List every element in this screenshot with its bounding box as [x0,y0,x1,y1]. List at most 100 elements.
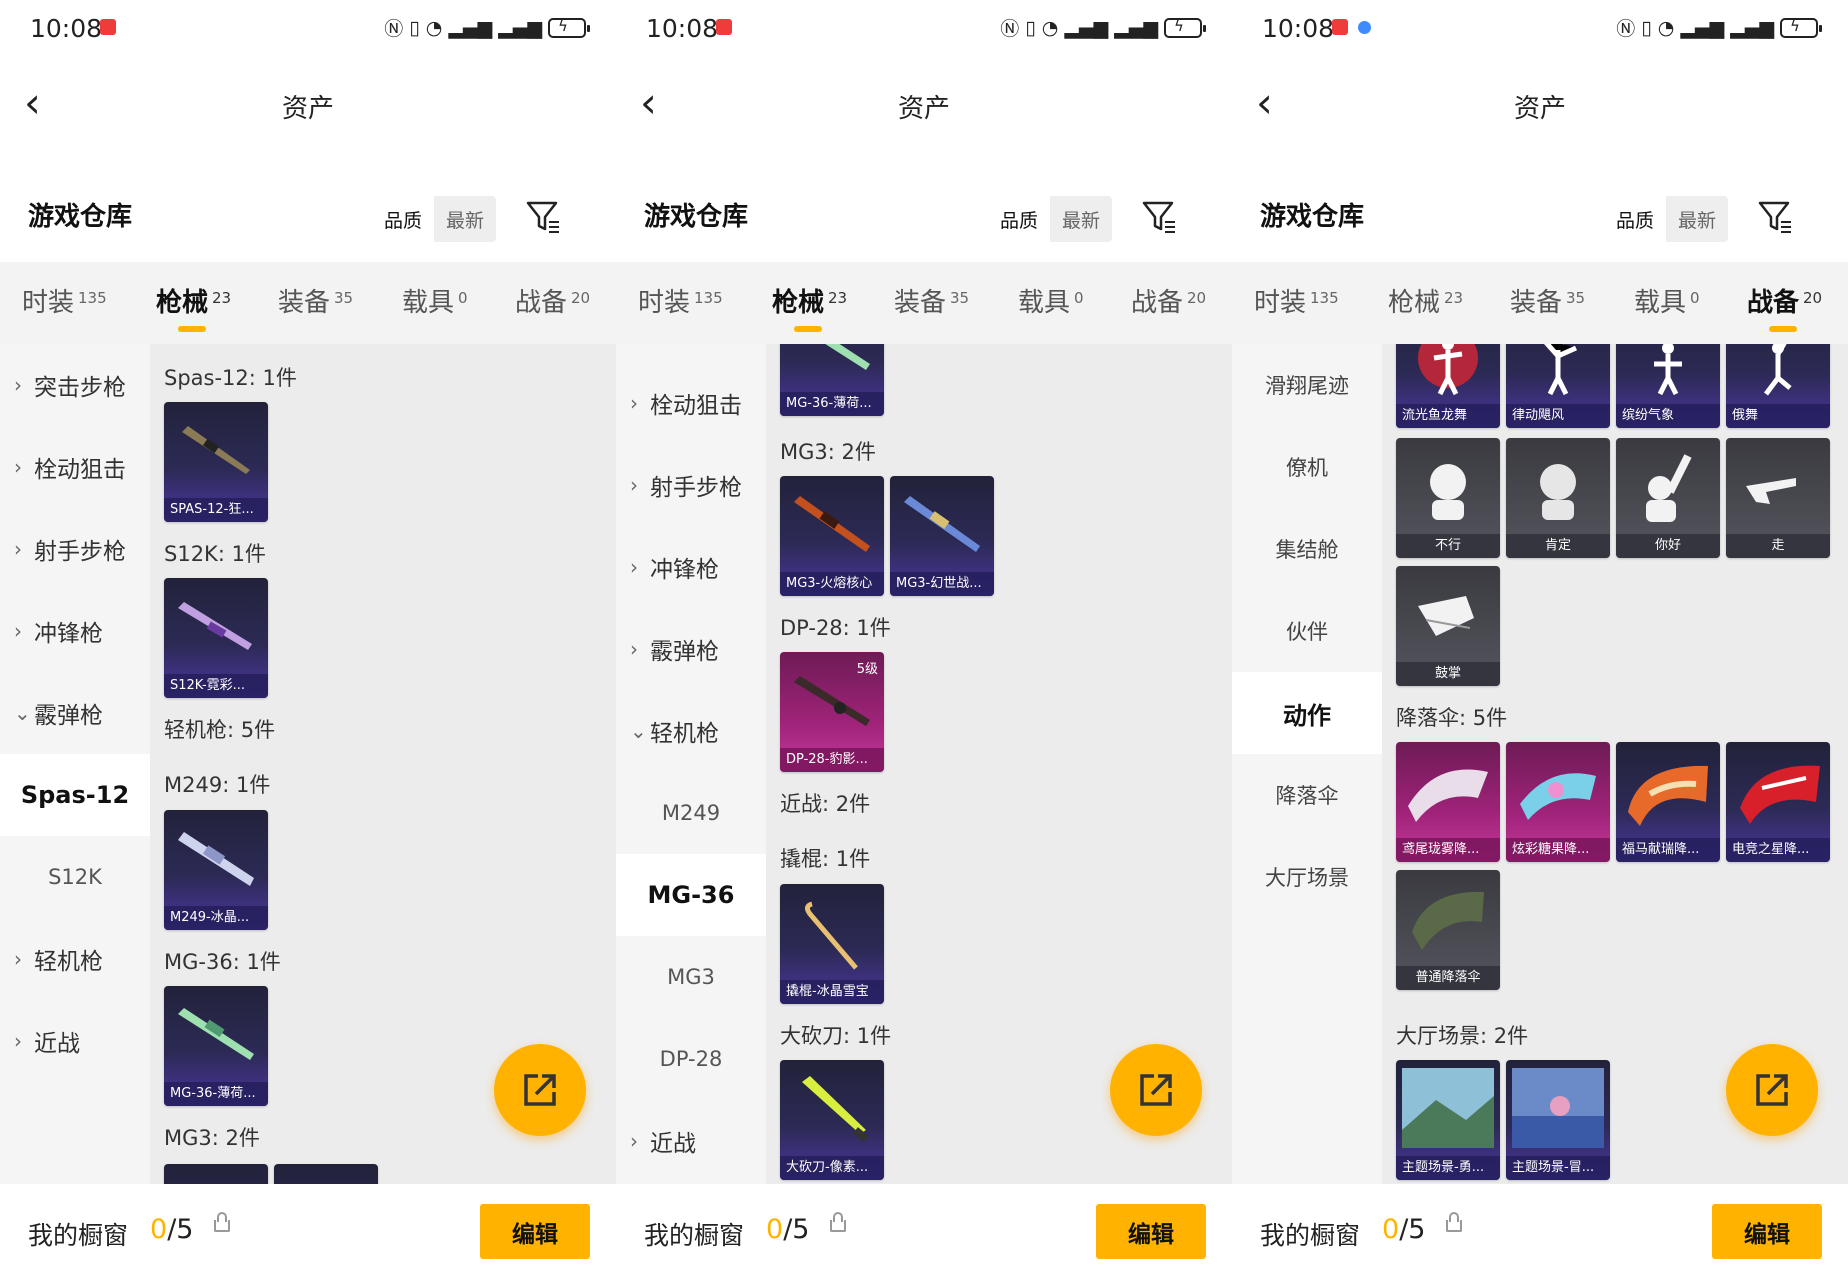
item-card[interactable]: 大砍刀-像素... [780,1060,884,1180]
item-card[interactable]: 主题场景-勇... [1396,1060,1500,1180]
tab-fashion[interactable]: 时装 135 [638,282,723,319]
item-card[interactable]: 5级 DP-28-豹影... [780,652,884,772]
item-card[interactable]: 普通降落伞 [1396,870,1500,990]
item-card[interactable]: 鸢尾珑雾降... [1396,742,1500,862]
chevron-right-icon: › [630,1129,638,1153]
sidebar-item-marksman[interactable]: › 射手步枪 [616,444,766,526]
tab-equipment[interactable]: 装备 35 [1510,282,1585,319]
tab-fashion[interactable]: 时装 135 [1254,282,1339,319]
item-card[interactable] [164,1164,268,1184]
tab-supplies[interactable]: 战备 20 [515,282,590,319]
sidebar-item-marksman[interactable]: › 射手步枪 [0,508,150,590]
sidebar-item-wingman[interactable]: 僚机 [1232,426,1382,508]
tab-equipment[interactable]: 装备 35 [894,282,969,319]
sidebar-item-melee[interactable]: › 近战 [616,1100,766,1182]
sidebar-item-m249[interactable]: M249 [616,772,766,854]
item-card[interactable]: 律动飓风 [1506,344,1610,428]
sort-newest-button[interactable]: 最新 [434,196,496,242]
tab-vehicles[interactable]: 载具 0 [402,282,468,319]
sidebar-item-parachute[interactable]: 降落伞 [1232,754,1382,836]
edit-button[interactable]: 编辑 [480,1204,590,1259]
sort-quality-button[interactable]: 品质 [988,196,1050,242]
sidebar-item-mg3[interactable]: MG3 [616,936,766,1018]
edit-button[interactable]: 编辑 [1096,1204,1206,1259]
sidebar-item-lmg[interactable]: › 轻机枪 [0,918,150,1000]
item-card[interactable] [274,1164,378,1184]
edit-button[interactable]: 编辑 [1712,1204,1822,1259]
sidebar-item-s12k[interactable]: S12K [0,836,150,918]
item-card[interactable]: SPAS-12-狂... [164,402,268,522]
item-card[interactable]: 走 [1726,438,1830,558]
notification-icon [716,19,732,35]
sidebar-item-glide-trail[interactable]: 滑翔尾迹 [1232,344,1382,426]
item-card[interactable]: 缤纷气象 [1616,344,1720,428]
screen-supplies-emotes: 10:08 Ⓝ ▯ ◔ ▂▄▆ ▂▄▆ ϟ ‹ 资产 游戏仓库 品质 最新 时装… [1232,0,1848,1279]
lock-icon [830,1212,846,1232]
sidebar-item-melee[interactable]: › 近战 [0,1000,150,1082]
tab-equipment[interactable]: 装备 35 [278,282,353,319]
filter-icon[interactable] [1142,200,1176,234]
item-card[interactable]: 撬棍-冰晶雪宝 [780,884,884,1004]
sidebar-item-bolt-sniper[interactable]: › 栓动狙击 [0,426,150,508]
item-card[interactable]: 俄舞 [1726,344,1830,428]
active-tab-indicator [1769,326,1797,332]
showcase-bar: 我的橱窗 0/5 编辑 [616,1184,1232,1279]
sidebar-item-dp28[interactable]: DP-28 [616,1018,766,1100]
sort-newest-button[interactable]: 最新 [1050,196,1112,242]
tab-supplies[interactable]: 战备 20 [1131,282,1206,319]
sort-toggle: 品质 最新 [1604,196,1728,242]
sidebar-item-lmg[interactable]: ⌄ 轻机枪 [616,690,766,772]
screen-guns-lmg: 10:08 Ⓝ ▯ ◔ ▂▄▆ ▂▄▆ ϟ ‹ 资产 游戏仓库 品质 最新 时装… [616,0,1232,1279]
sidebar-item-lobby-scene[interactable]: 大厅场景 [1232,836,1382,918]
tab-vehicles[interactable]: 载具 0 [1634,282,1700,319]
group-label: M249: 1件 [164,773,271,797]
item-card[interactable]: 主题场景-冒... [1506,1060,1610,1180]
showcase-bar: 我的橱窗 0/5 编辑 [1232,1184,1848,1279]
tab-fashion[interactable]: 时装 135 [22,282,107,319]
item-card[interactable]: 炫彩糖果降... [1506,742,1610,862]
group-label: DP-28: 1件 [780,616,891,640]
item-card[interactable]: 你好 [1616,438,1720,558]
sidebar-item-shotgun[interactable]: ⌄ 霰弹枪 [0,672,150,754]
item-card[interactable]: 肯定 [1506,438,1610,558]
sidebar-item-assault-rifle[interactable]: › 突击步枪 [0,344,150,426]
sidebar-item-spas12[interactable]: Spas-12 [0,754,150,836]
tab-guns[interactable]: 枪械 23 [772,282,847,332]
item-card[interactable]: 鼓掌 [1396,566,1500,686]
filter-icon[interactable] [1758,200,1792,234]
showcase-label: 我的橱窗 [644,1221,745,1250]
group-label: MG3: 2件 [164,1126,260,1150]
tab-vehicles[interactable]: 载具 0 [1018,282,1084,319]
sidebar-item-smg[interactable]: › 冲锋枪 [0,590,150,672]
item-card[interactable]: MG-36-薄荷... [780,344,884,416]
sort-quality-button[interactable]: 品质 [372,196,434,242]
filter-icon[interactable] [526,200,560,234]
parachute-icon [1412,891,1484,950]
item-card[interactable]: MG-36-薄荷... [164,986,268,1106]
item-name: 走 [1726,534,1830,558]
item-card[interactable]: S12K-霓彩... [164,578,268,698]
sidebar-item-shotgun[interactable]: › 霰弹枪 [616,608,766,690]
sidebar-item-companion[interactable]: 伙伴 [1232,590,1382,672]
sort-quality-button[interactable]: 品质 [1604,196,1666,242]
sidebar-item-emote[interactable]: 动作 [1232,672,1382,754]
sidebar-item-pod[interactable]: 集结舱 [1232,508,1382,590]
item-card[interactable]: M249-冰晶... [164,810,268,930]
sidebar-item-mg36[interactable]: MG-36 [616,854,766,936]
sort-newest-button[interactable]: 最新 [1666,196,1728,242]
item-name: 普通降落伞 [1396,966,1500,990]
item-card[interactable]: 流光鱼龙舞 [1396,344,1500,428]
tab-guns[interactable]: 枪械 23 [156,282,231,332]
item-card[interactable]: MG3-幻世战... [890,476,994,596]
sidebar-item-bolt-sniper[interactable]: › 栓动狙击 [616,362,766,444]
share-fab[interactable] [494,1044,586,1136]
item-card[interactable]: 福马献瑞降... [1616,742,1720,862]
item-card[interactable]: 不行 [1396,438,1500,558]
share-fab[interactable] [1110,1044,1202,1136]
item-card[interactable]: 电竞之星降... [1726,742,1830,862]
tab-supplies[interactable]: 战备 20 [1747,282,1822,332]
share-fab[interactable] [1726,1044,1818,1136]
tab-guns[interactable]: 枪械 23 [1388,282,1463,319]
item-card[interactable]: MG3-火熔核心 [780,476,884,596]
sidebar-item-smg[interactable]: › 冲锋枪 [616,526,766,608]
